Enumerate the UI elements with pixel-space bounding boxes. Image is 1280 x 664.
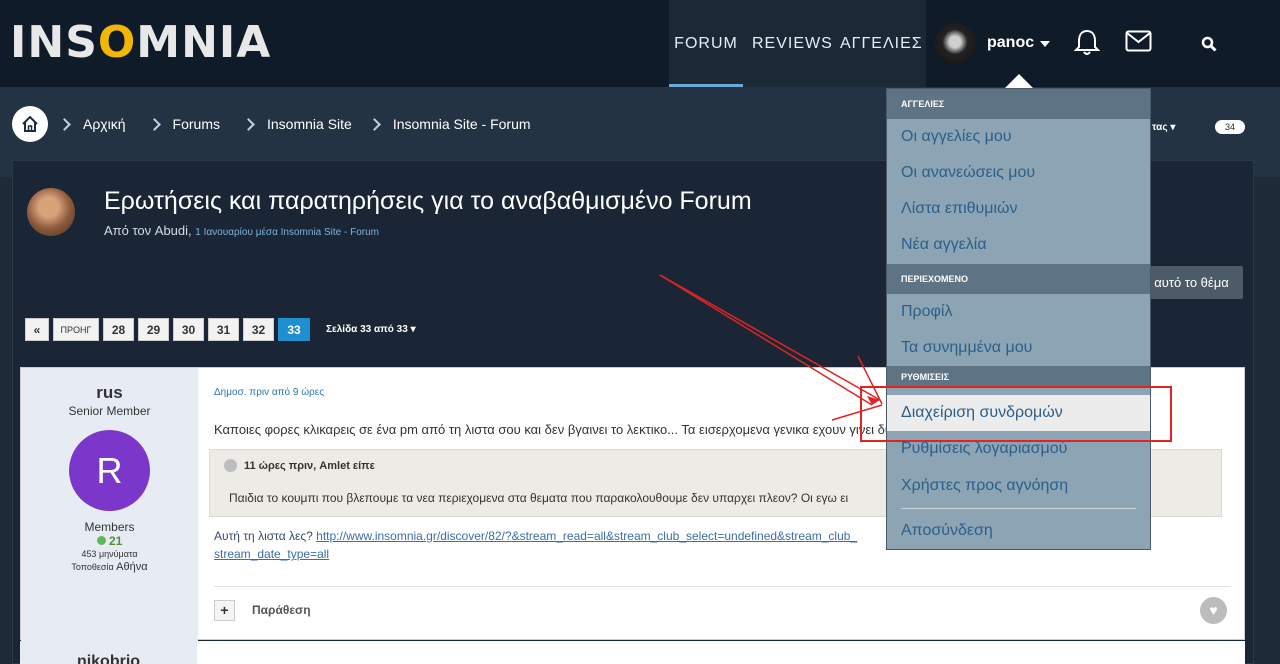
next-post-card: nikobrio <box>20 641 1245 664</box>
topic-author-avatar[interactable] <box>27 188 75 236</box>
post-author-rank: Senior Member <box>68 404 151 418</box>
nav-aggelies[interactable]: ΑΓΓΕΛΙΕΣ <box>840 0 923 87</box>
topic-meta: Από τον Abudi, 1 Ιανουαρίου μέσα Insomni… <box>104 223 379 238</box>
site-logo[interactable]: INSOMNIA <box>10 18 271 68</box>
dropdown-section-aggelies: ΑΓΓΕΛΙΕΣ <box>887 89 1150 119</box>
topic-date-forum[interactable]: 1 Ιανουαρίου μέσα Insomnia Site - Forum <box>195 227 379 238</box>
post-author-group: Members <box>84 520 135 534</box>
breadcrumb: Αρχική Forums Insomnia Site Insomnia Sit… <box>12 106 531 142</box>
page-31-button[interactable]: 31 <box>208 318 239 341</box>
chevron-right-icon <box>367 117 381 131</box>
page-28-button[interactable]: 28 <box>103 318 134 341</box>
prev-page-button[interactable]: ΠΡΟΗΓ <box>53 318 99 341</box>
follow-count-badge: 34 <box>1215 120 1245 134</box>
breadcrumb-item-forums[interactable]: Forums <box>147 116 220 132</box>
menu-item-ignored-users[interactable]: Χρήστες προς αγνόηση <box>887 468 1150 504</box>
sort-dropdown[interactable]: τας ▾ <box>1152 122 1175 133</box>
home-button[interactable] <box>12 106 48 142</box>
next-post-author[interactable]: nikobrio <box>20 653 197 664</box>
page-30-button[interactable]: 30 <box>173 318 204 341</box>
multiquote-button[interactable]: + <box>214 600 235 621</box>
chevron-right-icon <box>147 117 161 131</box>
menu-item-new-ad[interactable]: Νέα αγγελία <box>887 227 1150 263</box>
page-info-dropdown[interactable]: Σελίδα 33 από 33 ▾ <box>326 324 416 335</box>
menu-item-wishlist[interactable]: Λίστα επιθυμιών <box>887 191 1150 227</box>
next-post-author-panel: nikobrio <box>20 641 197 664</box>
bell-icon[interactable] <box>1074 28 1100 56</box>
mail-icon[interactable] <box>1125 30 1152 52</box>
post-author-count: 453 μηνύματα <box>81 549 138 559</box>
menu-item-my-renewals[interactable]: Οι ανανεώσεις μου <box>887 155 1150 191</box>
breadcrumb-item-insomnia-site[interactable]: Insomnia Site <box>242 116 352 132</box>
nav-reviews[interactable]: REVIEWS <box>752 0 833 87</box>
post-author-reputation: 21 <box>21 534 198 548</box>
quote-citation[interactable]: 11 ώρες πριν, Amlet είπε <box>224 459 375 472</box>
post-author-location: Τοποθεσία Αθήνα <box>71 561 148 573</box>
dropdown-section-content: ΠΕΡΙΕΧΟΜΕΝΟ <box>887 264 1150 294</box>
page-29-button[interactable]: 29 <box>138 318 169 341</box>
user-avatar[interactable] <box>934 23 976 65</box>
chevron-right-icon <box>242 117 255 131</box>
post-link-line: Αυτή τη λιστα λες? http://www.insomnia.g… <box>214 529 858 561</box>
heart-icon[interactable]: ♥ <box>1200 597 1227 624</box>
post-date[interactable]: Δημοσ. πριν από 9 ώρες <box>214 387 324 398</box>
user-dropdown-menu: ΑΓΓΕΛΙΕΣ Οι αγγελίες μου Οι ανανεώσεις μ… <box>886 88 1151 550</box>
home-icon <box>22 115 38 132</box>
post-footer-divider <box>214 586 1231 587</box>
search-icon[interactable] <box>1201 36 1217 52</box>
post-author-panel: rus Senior Member R Members 21 453 μηνύμ… <box>21 368 198 641</box>
quote-button[interactable]: Παράθεση <box>252 603 311 617</box>
post-author-name[interactable]: rus <box>21 383 198 403</box>
dropdown-arrow <box>1005 74 1033 88</box>
annotation-highlight-box <box>860 386 1172 442</box>
nav-forum[interactable]: FORUM <box>669 0 743 87</box>
first-page-button[interactable]: « <box>25 318 49 341</box>
post-text: Καποιες φορες κλικαρεις σε ένα pm από τη… <box>214 422 892 437</box>
menu-item-attachments[interactable]: Τα συνημμένα μου <box>887 330 1150 366</box>
user-name[interactable]: panoc <box>987 34 1034 52</box>
menu-item-my-ads[interactable]: Οι αγγελίες μου <box>887 119 1150 155</box>
dropdown-section-settings: ΡΥΘΜΙΣΕΙΣ <box>887 366 1150 388</box>
menu-divider <box>901 508 1136 509</box>
topic-author[interactable]: Από τον Abudi, <box>104 223 192 238</box>
chevron-right-icon <box>58 117 71 131</box>
pagination: « ΠΡΟΗΓ 28 29 30 31 32 33 Σελίδα 33 από … <box>25 318 416 341</box>
menu-item-logout[interactable]: Αποσύνδεση <box>887 513 1150 549</box>
post-author-avatar[interactable]: R <box>69 430 150 511</box>
topic-title: Ερωτήσεις και παρατηρήσεις για το αναβαθ… <box>104 187 752 215</box>
follow-topic-button[interactable]: αυτό το θέμα <box>1140 266 1243 299</box>
breadcrumb-item-home[interactable]: Αρχική <box>58 116 126 132</box>
collapse-icon[interactable] <box>224 459 237 472</box>
post-link[interactable]: http://www.insomnia.gr/discover/82/?&str… <box>316 529 857 543</box>
plus-icon <box>96 536 106 545</box>
post-link-cont[interactable]: stream_date_type=all <box>214 547 329 561</box>
menu-item-profile[interactable]: Προφίλ <box>887 294 1150 330</box>
quote-text: Παιδια το κουμπι που βλεπουμε τα νεα περ… <box>229 491 849 505</box>
page-33-current[interactable]: 33 <box>278 318 310 341</box>
breadcrumb-item-insomnia-forum[interactable]: Insomnia Site - Forum <box>367 116 531 132</box>
chevron-down-icon[interactable] <box>1040 41 1050 47</box>
page-32-button[interactable]: 32 <box>243 318 274 341</box>
